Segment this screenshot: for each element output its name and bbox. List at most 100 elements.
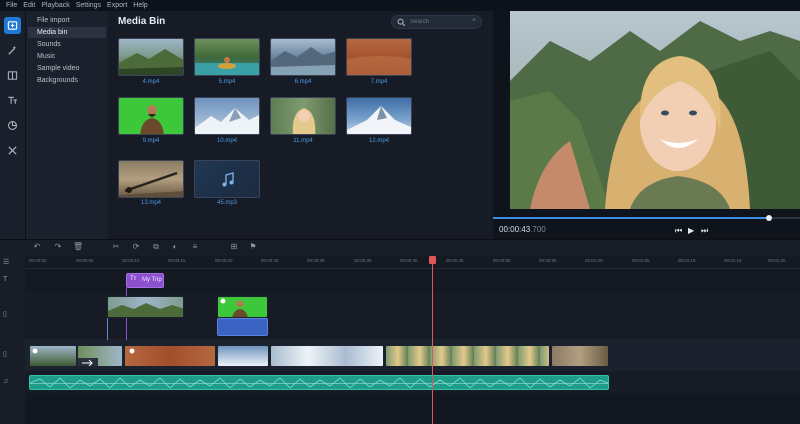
nav-item-music[interactable]: Music: [28, 51, 106, 62]
media-thumb-11[interactable]: [270, 97, 336, 135]
ruler-label: 00:00:45: [446, 258, 464, 263]
transitions-icon[interactable]: [4, 67, 21, 84]
media-bin-title: Media Bin: [118, 16, 166, 27]
empty-track-area: [25, 393, 800, 424]
overlay-clip-effect-bar[interactable]: [217, 318, 268, 336]
clip-properties-icon[interactable]: ≡: [190, 242, 200, 252]
media-thumb-5[interactable]: [194, 38, 260, 76]
title-clip-label: My Trip: [142, 277, 162, 283]
media-label: 10.mp4: [216, 138, 237, 144]
media-thumb-7[interactable]: [346, 38, 412, 76]
media-thumb-6[interactable]: [270, 38, 336, 76]
menu-settings[interactable]: Settings: [76, 2, 101, 9]
tools-icon[interactable]: [4, 142, 21, 159]
video-clip-6[interactable]: [385, 345, 550, 367]
redo-icon[interactable]: ↷: [53, 242, 63, 252]
next-frame-icon[interactable]: ⏭: [701, 226, 708, 236]
undo-icon[interactable]: ↶: [32, 242, 42, 252]
clear-search-icon[interactable]: ×: [472, 17, 476, 24]
search-box[interactable]: ×: [391, 15, 482, 29]
stickers-icon[interactable]: [4, 117, 21, 134]
import-icon[interactable]: [4, 17, 21, 34]
preview-timecode: 00:00:43.700: [499, 225, 546, 234]
media-thumb-12[interactable]: [346, 97, 412, 135]
ruler-label: 00:00:30: [307, 258, 325, 263]
timecode-ms: .700: [530, 225, 546, 234]
insert-icon[interactable]: ⊞: [229, 242, 239, 252]
nav-item-media-bin[interactable]: Media bin: [28, 27, 106, 38]
audio-clip[interactable]: [29, 375, 609, 390]
ruler-label: 00:01:10: [678, 258, 696, 263]
ruler-label: 00:00:55: [539, 258, 557, 263]
media-label: 6.mp4: [294, 79, 312, 85]
media-label: 4.mp4: [142, 79, 160, 85]
overlay-clip-green-screen[interactable]: [217, 296, 268, 318]
media-thumb-13[interactable]: [118, 160, 184, 198]
menu-export[interactable]: Export: [107, 2, 127, 9]
media-label: 13.mp4: [140, 200, 161, 206]
nav-item-backgrounds[interactable]: Backgrounds: [28, 75, 106, 86]
media-label: 7.mp4: [370, 79, 388, 85]
video-clip-3[interactable]: [124, 345, 216, 367]
media-label: 9.mp4: [142, 138, 160, 144]
menu-bar: File Edit Playback Settings Export Help: [0, 0, 800, 11]
media-thumb-45-audio[interactable]: [194, 160, 260, 198]
media-thumb-9[interactable]: [118, 97, 184, 135]
playhead[interactable]: [432, 256, 433, 424]
ruler-label: 00:01:00: [585, 258, 603, 263]
ruler-label: 00:01:15: [724, 258, 742, 263]
ruler-label: 00:00:50: [493, 258, 511, 263]
preview-video[interactable]: [510, 11, 800, 209]
music-note-icon: [222, 172, 234, 187]
video-track-icon: ▯: [3, 351, 7, 358]
ruler-label: 00:00:10: [122, 258, 140, 263]
menu-edit[interactable]: Edit: [23, 2, 35, 9]
video-clip-7[interactable]: [551, 345, 609, 367]
search-icon: [397, 18, 406, 27]
ruler-label: 00:00:40: [400, 258, 418, 263]
video-clip-2[interactable]: [77, 345, 123, 367]
nav-item-sample-video[interactable]: Sample video: [28, 63, 106, 74]
ruler-label: 00:00:25: [261, 258, 279, 263]
title-clip-icon: Tт: [130, 276, 137, 282]
rotate-icon[interactable]: ⟳: [131, 242, 141, 252]
timecode-main: 00:00:43: [499, 225, 531, 234]
title-track-icon: T: [3, 276, 8, 283]
previous-frame-icon[interactable]: ⏮: [675, 226, 682, 236]
media-label: 45.mp3: [216, 200, 237, 206]
play-icon[interactable]: ▶: [688, 226, 694, 235]
marker-icon[interactable]: ⚑: [248, 242, 258, 252]
media-thumb-10[interactable]: [194, 97, 260, 135]
menu-file[interactable]: File: [6, 2, 17, 9]
media-label: 5.mp4: [218, 79, 236, 85]
titles-icon[interactable]: [4, 92, 21, 109]
menu-help[interactable]: Help: [133, 2, 147, 9]
color-adjust-icon[interactable]: ◐: [170, 242, 180, 252]
overlay-clip-link: [107, 318, 108, 340]
ruler-label: 00:00:00: [29, 258, 47, 263]
overlay-track-icon: ▯: [3, 311, 7, 318]
media-label: 11.mp4: [293, 138, 313, 144]
ruler-label: 00:00:15: [168, 258, 186, 263]
video-clip-5[interactable]: [270, 345, 384, 367]
crop-icon[interactable]: ⧉: [151, 242, 161, 252]
add-track-icon[interactable]: ☰: [3, 258, 9, 266]
ruler-label: 00:01:20: [768, 258, 786, 263]
ruler-label: 00:01:05: [632, 258, 650, 263]
nav-item-file-import[interactable]: File import: [28, 15, 106, 26]
overlay-clip-landscape[interactable]: [107, 296, 184, 318]
video-clip-4[interactable]: [217, 345, 269, 367]
magic-wand-icon[interactable]: [4, 42, 21, 59]
left-toolbar: [0, 11, 26, 239]
import-nav-panel: File import Media bin Sounds Music Sampl…: [26, 11, 108, 239]
search-input[interactable]: [410, 17, 468, 27]
video-clip-1[interactable]: [29, 345, 77, 367]
delete-icon[interactable]: 🗑: [73, 242, 83, 252]
ruler-label: 00:00:35: [354, 258, 372, 263]
menu-playback[interactable]: Playback: [41, 2, 69, 9]
title-clip[interactable]: Tт My Trip: [126, 273, 164, 288]
preview-scrub-progress: [493, 217, 770, 219]
cut-icon[interactable]: ✂: [111, 242, 121, 252]
media-thumb-4[interactable]: [118, 38, 184, 76]
nav-item-sounds[interactable]: Sounds: [28, 39, 106, 50]
